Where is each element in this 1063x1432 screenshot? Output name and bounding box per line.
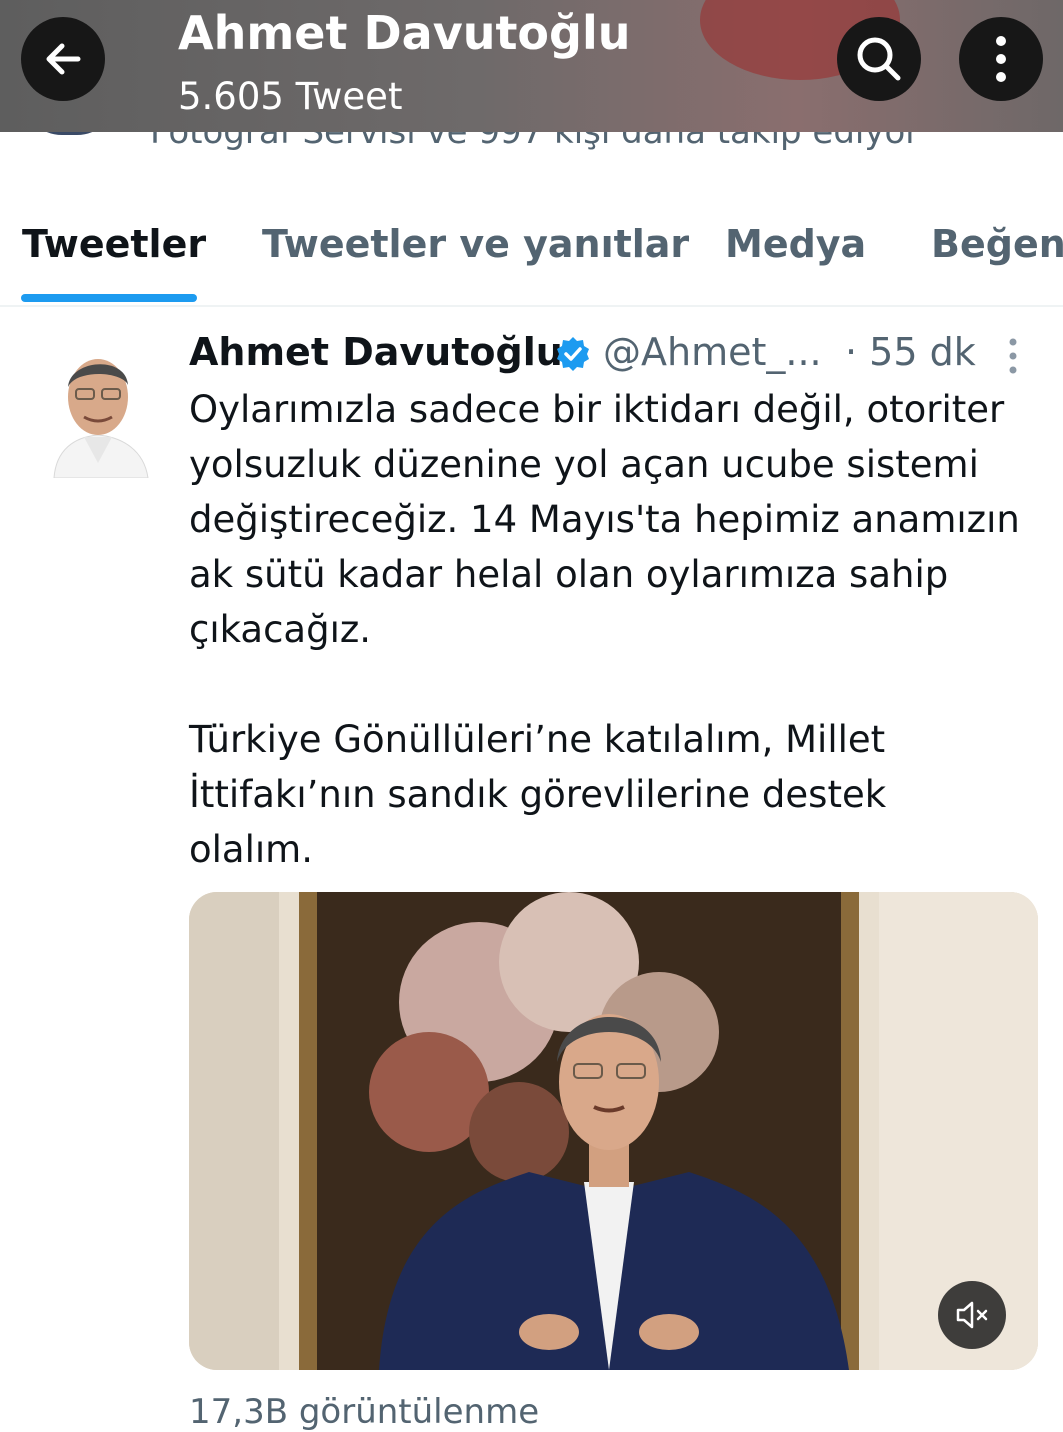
verified-badge-icon	[557, 337, 589, 371]
tab-likes[interactable]: Beğeni	[931, 222, 1063, 266]
arrow-left-icon	[46, 43, 81, 75]
active-tab-indicator	[21, 294, 197, 302]
tweet-more-icon[interactable]	[1003, 336, 1023, 376]
more-vertical-icon	[996, 36, 1006, 82]
more-options-button[interactable]	[959, 17, 1043, 101]
author-avatar[interactable]	[44, 345, 152, 478]
tweet-text-line: değiştireceğiz. 14 Mayıs'ta hepimiz anam…	[189, 498, 1020, 541]
tab-tweets[interactable]: Tweetler	[22, 222, 206, 266]
tweet-text-line: İttifakı’nın sandık görevlilerine destek	[189, 773, 887, 816]
mute-button[interactable]	[938, 1281, 1006, 1349]
tweet-text: Oylarımızla sadece bir iktidarı değil, o…	[189, 382, 1049, 877]
profile-header: Ahmet Davutoğlu 5.605 Tweet	[0, 0, 1063, 132]
tweet-text-line: yolsuzluk düzenine yol açan ucube sistem…	[189, 443, 979, 486]
tweet-text-line: ak sütü kadar helal olan oylarımıza sahi…	[189, 553, 949, 596]
tweet-text-line: çıkacağız.	[189, 608, 372, 651]
tweet-text-line: Oylarımızla sadece bir iktidarı değil, o…	[189, 388, 1005, 431]
tab-media[interactable]: Medya	[725, 222, 866, 266]
avatar-photo	[44, 345, 152, 478]
tweet-text-line: Türkiye Gönüllüleri’ne katılalım, Millet	[189, 718, 886, 761]
view-count[interactable]: 17,3B görüntülenme	[189, 1392, 539, 1432]
search-icon	[857, 37, 901, 81]
tweet-count: 5.605 Tweet	[178, 75, 403, 118]
tweet-header: Ahmet Davutoğlu @Ahmet_... · 55 dk	[189, 330, 1049, 380]
mute-icon	[956, 1301, 988, 1329]
video-frame	[189, 892, 1038, 1370]
tweet-timestamp[interactable]: · 55 dk	[845, 330, 976, 374]
header-title: Ahmet Davutoğlu	[178, 6, 631, 60]
author-name[interactable]: Ahmet Davutoğlu	[189, 330, 563, 374]
tab-tweets-and-replies[interactable]: Tweetler ve yanıtlar	[262, 222, 689, 266]
tweet-video[interactable]	[189, 892, 1038, 1370]
author-handle[interactable]: @Ahmet_...	[603, 330, 822, 374]
profile-tabs: Tweetler Tweetler ve yanıtlar Medya Beğe…	[0, 210, 1063, 307]
back-button[interactable]	[21, 17, 105, 101]
search-button[interactable]	[837, 17, 921, 101]
tweet-text-line: olalım.	[189, 828, 313, 871]
